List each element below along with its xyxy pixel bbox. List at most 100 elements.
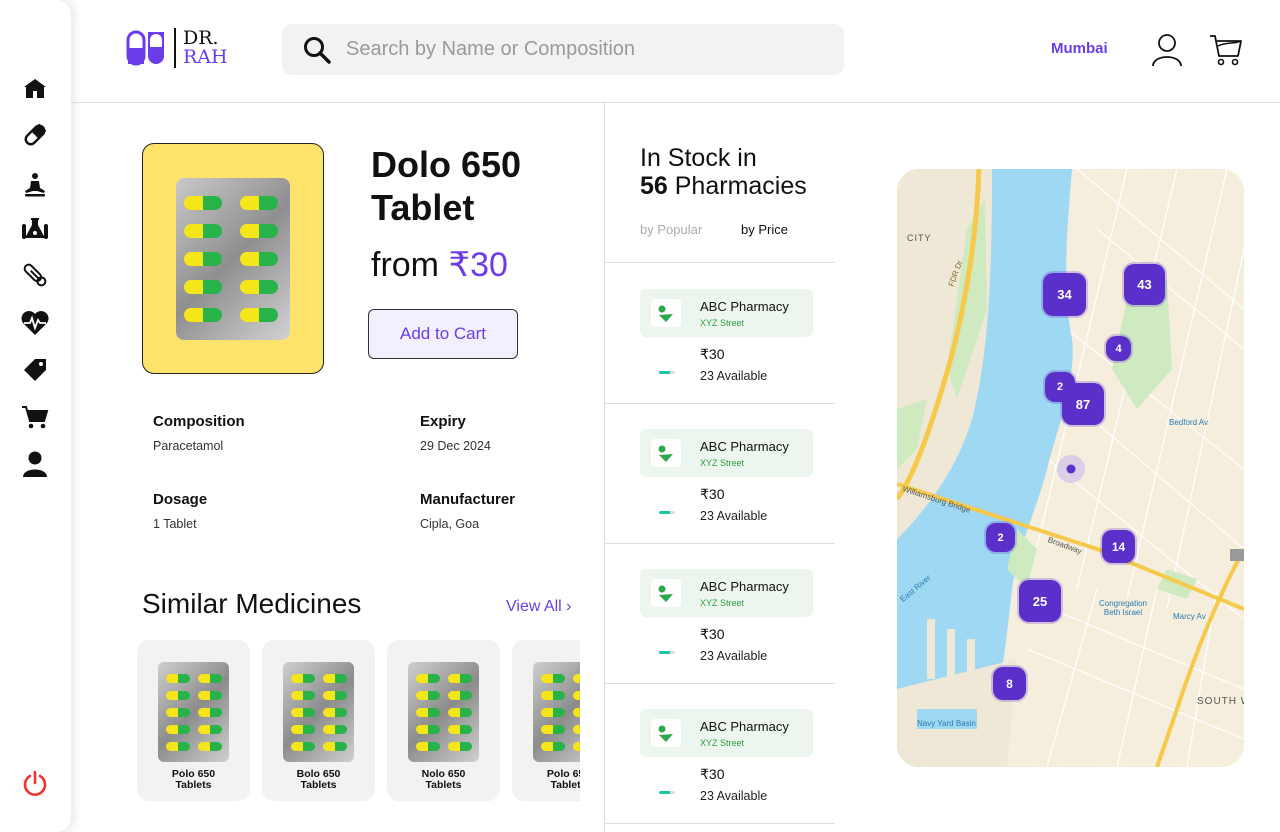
logo-line2: RAH (183, 46, 228, 68)
expiry-value: 29 Dec 2024 (420, 439, 491, 453)
pharmacy-street: XYZ Street (700, 318, 745, 328)
dosage-label: Dosage (153, 491, 208, 508)
list-divider (605, 543, 835, 544)
dosage-value: 1 Tablet (153, 517, 197, 531)
map-pin-icon (651, 299, 681, 327)
availability-bar (659, 651, 675, 654)
pharmacy-map[interactable]: CITY FDR Dr Williamsburg Bridge East Riv… (897, 169, 1244, 767)
similar-medicine-name: Polo 650Tablets (546, 768, 580, 791)
similar-medicine-card[interactable]: Bolo 650 Tablets (262, 640, 375, 801)
map-cluster[interactable]: 8 (993, 667, 1026, 700)
list-divider (605, 823, 835, 824)
similar-medicines-title: Similar Medicines (142, 588, 362, 619)
map-cluster[interactable]: 2 (986, 523, 1015, 552)
sort-by-popular[interactable]: by Popular (640, 222, 702, 237)
pharmacy-count: 56 (640, 172, 668, 200)
medicine-thumbnail (158, 662, 229, 762)
list-divider (605, 683, 835, 684)
stock-line2: 56 Pharmacies (640, 172, 807, 200)
pharmacy-name: ABC Pharmacy (700, 719, 789, 734)
list-divider (605, 262, 835, 263)
manufacturer-label: Manufacturer (420, 491, 516, 508)
pharmacy-availability: 23 Available (700, 509, 768, 523)
account-icon[interactable] (1152, 33, 1182, 67)
map-cluster[interactable]: 4 (1106, 336, 1131, 361)
price-prefix: from (371, 246, 449, 284)
composition-label: Composition (153, 413, 245, 430)
pharmacy-price: ₹30 (700, 486, 725, 502)
availability-bar (659, 791, 675, 794)
map-cluster[interactable]: 34 (1043, 273, 1086, 316)
availability-bar (659, 511, 675, 514)
map-label-south-williams: SOUTH WILLIAMS (1197, 696, 1244, 707)
list-divider (605, 403, 835, 404)
blister-pack (176, 178, 290, 340)
pharmacy-availability: 23 Available (700, 649, 768, 663)
sidebar (0, 0, 71, 832)
pharmacy-card[interactable]: ABC Pharmacy XYZ Street (640, 429, 813, 477)
stock-line1: In Stock in (640, 144, 757, 172)
manufacturer-value: Cipla, Goa (420, 517, 480, 531)
meditation-icon[interactable] (20, 170, 50, 200)
sort-by-price[interactable]: by Price (741, 222, 788, 237)
pharmacy-street: XYZ Street (700, 458, 745, 468)
user-icon[interactable] (20, 449, 50, 479)
availability-bar (659, 371, 675, 374)
city-selector[interactable]: Mumbai (1051, 40, 1108, 57)
map-background (897, 169, 1244, 767)
price-amount: ₹30 (448, 246, 508, 284)
similar-medicine-card[interactable]: Polo 650Tablets (512, 640, 580, 801)
search-icon[interactable] (302, 35, 332, 65)
cart-icon[interactable] (20, 402, 50, 432)
map-label-city: CITY (907, 233, 932, 243)
expiry-label: Expiry (420, 413, 466, 430)
pharmacy-price: ₹30 (700, 346, 725, 362)
product-image (142, 143, 324, 374)
pharmacy-card[interactable]: ABC Pharmacy XYZ Street (640, 709, 813, 757)
medicine-thumbnail (408, 662, 479, 762)
view-all-link[interactable]: View All › (506, 598, 572, 616)
similar-medicine-card[interactable]: Nolo 650 Tablets (387, 640, 500, 801)
pill-icon[interactable] (20, 120, 50, 150)
lab-flask-icon[interactable] (20, 214, 50, 244)
map-pin-icon (651, 719, 681, 747)
map-cluster[interactable]: 25 (1019, 580, 1061, 622)
similar-medicine-card[interactable]: Polo 650Tablets (137, 640, 250, 801)
map-label-congregation: Congregation Beth Israel (1098, 599, 1148, 617)
logo-text: DR. RAH (183, 29, 228, 67)
pharmacy-street: XYZ Street (700, 738, 745, 748)
stock-heading: In Stock in 56 Pharmacies (640, 144, 807, 200)
pharmacy-availability: 23 Available (700, 369, 768, 383)
pharmacy-card[interactable]: ABC Pharmacy XYZ Street (640, 569, 813, 617)
medicine-thumbnail (533, 662, 580, 762)
map-cluster[interactable]: 87 (1062, 383, 1104, 425)
product-price: from ₹30 (371, 245, 508, 285)
header: DR. RAH Mumbai (71, 0, 1280, 103)
heart-pulse-icon[interactable] (20, 308, 50, 338)
map-label-bedford: Bedford Av (1169, 418, 1208, 427)
pill-logo-icon (126, 30, 164, 66)
pharmacy-availability: 23 Available (700, 789, 768, 803)
add-to-cart-button[interactable]: Add to Cart (368, 309, 518, 359)
logo[interactable]: DR. RAH (126, 28, 228, 68)
pharmacy-name: ABC Pharmacy (700, 299, 789, 314)
tag-icon[interactable] (20, 355, 50, 385)
stock-line2-suffix: Pharmacies (667, 172, 807, 200)
map-cluster[interactable]: 14 (1102, 530, 1135, 563)
map-pin-icon (651, 439, 681, 467)
pharmacy-price: ₹30 (700, 766, 725, 782)
thermometer-icon[interactable] (20, 260, 50, 290)
search-input[interactable] (346, 36, 816, 63)
pharmacy-name: ABC Pharmacy (700, 579, 789, 594)
pharmacy-card[interactable]: ABC Pharmacy XYZ Street (640, 289, 813, 337)
home-icon[interactable] (20, 73, 50, 103)
medicine-thumbnail (283, 662, 354, 762)
product-title: Dolo 650 Tablet (371, 144, 522, 228)
pharmacy-name: ABC Pharmacy (700, 439, 789, 454)
map-cluster[interactable]: 43 (1124, 264, 1165, 305)
pharmacy-price: ₹30 (700, 626, 725, 642)
cart-header-icon[interactable] (1208, 32, 1244, 68)
composition-value: Paracetamol (153, 439, 224, 453)
similar-medicine-name: Polo 650Tablets (171, 768, 216, 791)
power-icon[interactable] (20, 769, 50, 799)
